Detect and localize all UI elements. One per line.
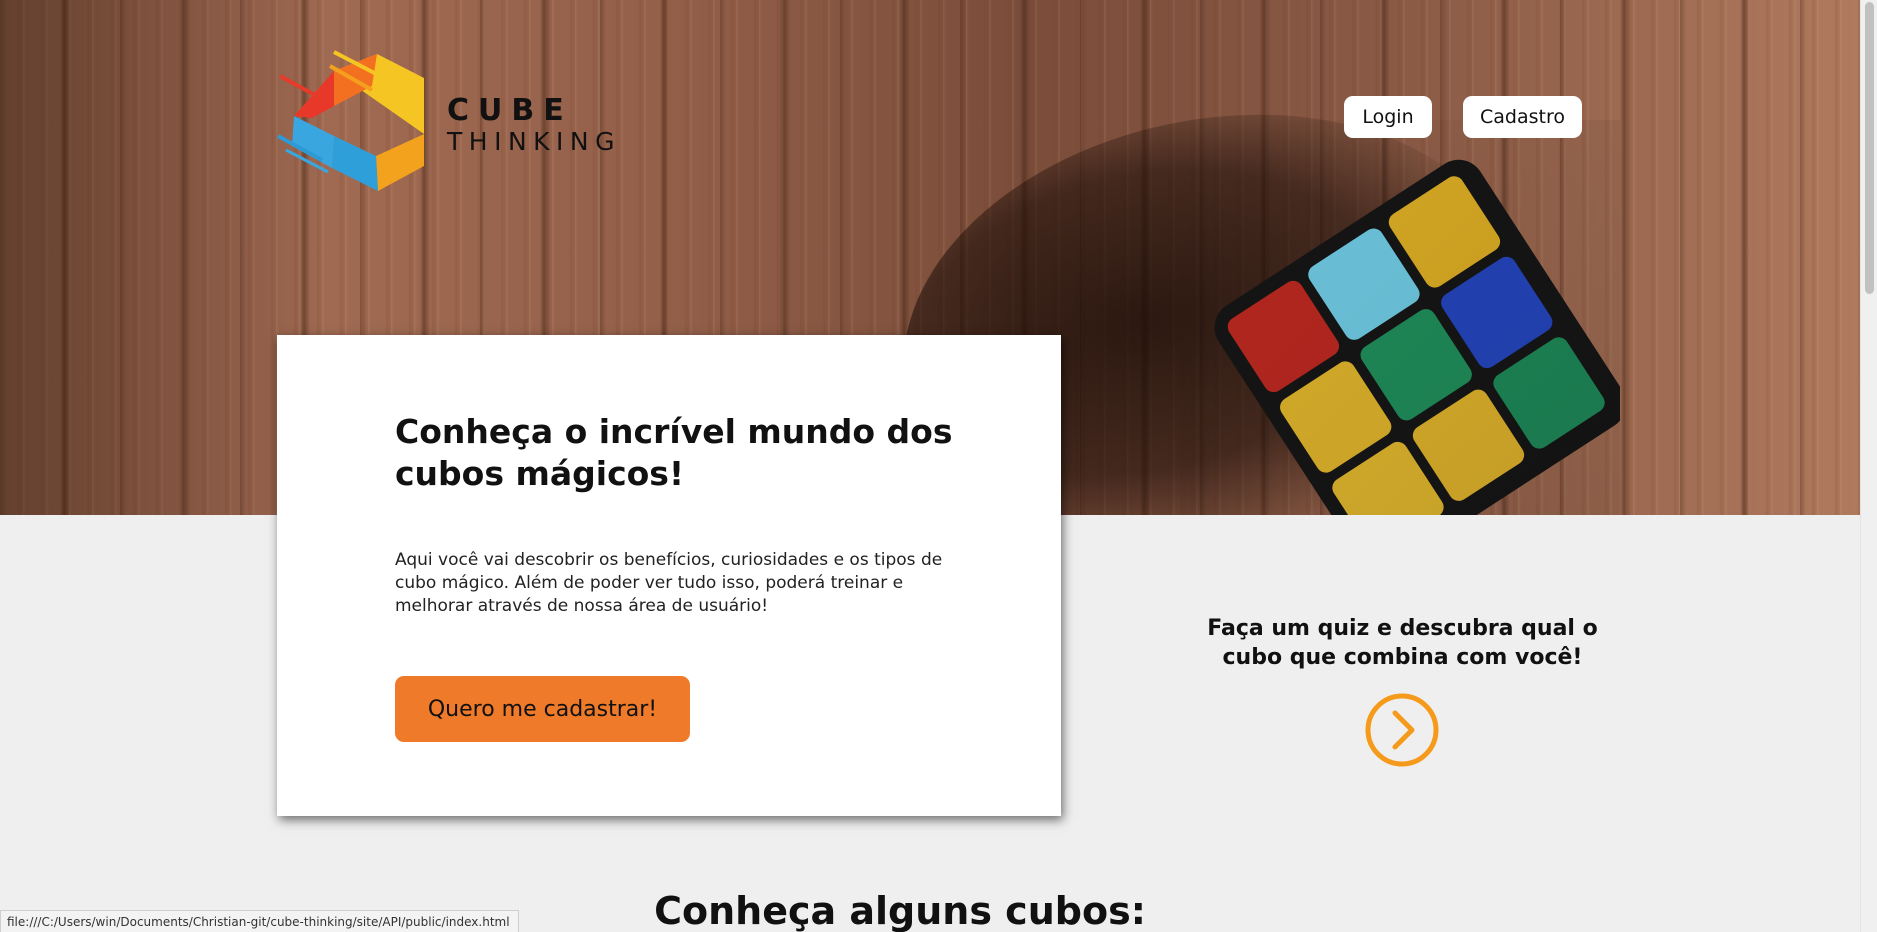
brand-wordmark: CUBE THINKING <box>447 93 621 156</box>
brand-line-2: THINKING <box>447 127 621 156</box>
cubes-section-heading: Conheça alguns cubos: <box>654 889 1146 932</box>
login-button[interactable]: Login <box>1344 96 1432 138</box>
quiz-prompt: Faça um quiz e descubra qual o cubo que … <box>1207 616 1598 670</box>
signup-cta-button[interactable]: Quero me cadastrar! <box>395 676 690 742</box>
intro-title: Conheça o incrível mundo dos cubos mágic… <box>395 412 953 493</box>
brand-logo[interactable]: CUBE THINKING <box>272 46 632 196</box>
page-scrollbar[interactable] <box>1860 0 1877 932</box>
intro-card: Conheça o incrível mundo dos cubos mágic… <box>277 335 1061 816</box>
brand-line-1: CUBE <box>447 93 573 128</box>
cube-logo-icon <box>277 50 424 191</box>
signup-button[interactable]: Cadastro <box>1463 96 1582 138</box>
intro-description: Aqui você vai descobrir os benefícios, c… <box>395 550 943 616</box>
scrollbar-thumb[interactable] <box>1865 2 1874 294</box>
rubiks-cube-image <box>1180 120 1627 515</box>
browser-status-bar: file:///C:/Users/win/Documents/Christian… <box>0 910 519 932</box>
page: CUBE THINKING Login Cadastro Conheça o i… <box>0 0 1877 932</box>
chevron-right-circle-icon[interactable] <box>1364 692 1440 768</box>
